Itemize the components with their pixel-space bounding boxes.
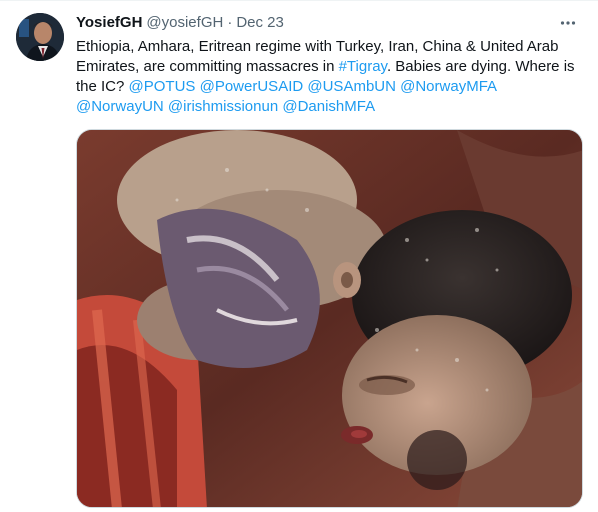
avatar[interactable]	[16, 13, 64, 61]
tweet-body: YosiefGH @yosiefGH · Dec 23 Ethiopia, Am…	[76, 13, 582, 117]
hashtag-link[interactable]: #Tigray	[339, 58, 387, 75]
separator-dot: ·	[227, 14, 233, 31]
more-horizontal-icon	[560, 21, 576, 25]
avatar-image	[16, 13, 64, 61]
mention-link[interactable]: @DanishMFA	[282, 98, 375, 115]
more-options-button[interactable]	[558, 13, 578, 33]
mention-link[interactable]: @NorwayMFA	[400, 78, 496, 95]
mention-link[interactable]: @NorwayUN	[76, 98, 164, 115]
mention-link[interactable]: @PowerUSAID	[200, 78, 304, 95]
mention-link[interactable]: @irishmissionun	[168, 98, 278, 115]
tweet-date[interactable]: Dec 23	[236, 13, 284, 33]
tweet-header: YosiefGH @yosiefGH · Dec 23	[76, 13, 582, 33]
tweet: YosiefGH @yosiefGH · Dec 23 Ethiopia, Am…	[0, 0, 598, 512]
user-handle[interactable]: @yosiefGH	[146, 13, 223, 33]
mention-link[interactable]: @USAmbUN	[307, 78, 396, 95]
mention-link[interactable]: @POTUS	[129, 78, 196, 95]
tweet-media[interactable]	[76, 129, 583, 508]
tweet-text: Ethiopia, Amhara, Eritrean regime with T…	[76, 37, 582, 117]
display-name[interactable]: YosiefGH	[76, 13, 142, 33]
media-photo	[77, 130, 582, 507]
